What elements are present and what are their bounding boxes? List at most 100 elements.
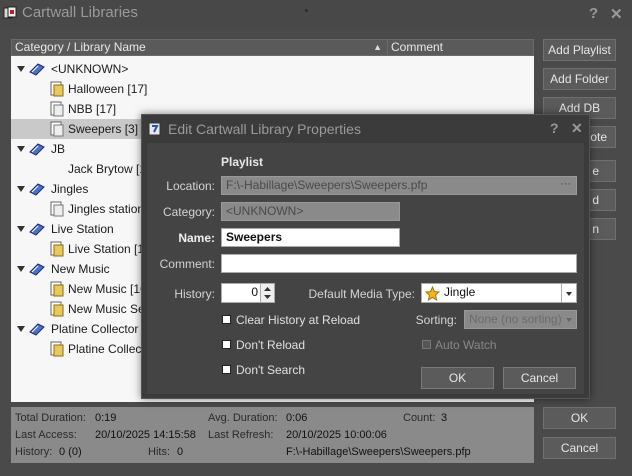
chevron-down-icon bbox=[566, 292, 572, 296]
expand-icon[interactable] bbox=[17, 186, 25, 192]
tree-label: New Music [16] bbox=[68, 282, 151, 296]
expand-icon[interactable] bbox=[17, 66, 25, 72]
avg-duration-label: Avg. Duration: bbox=[208, 412, 278, 424]
tree-label: Live Station bbox=[51, 222, 114, 236]
history-label: History: bbox=[15, 446, 53, 458]
comment-input[interactable] bbox=[221, 254, 577, 273]
star-icon bbox=[425, 286, 440, 301]
tree-label: <UNKNOWN> bbox=[51, 62, 129, 76]
last-refresh-label: Last Refresh: bbox=[208, 429, 274, 441]
dialog-title: Edit Cartwall Library Properties bbox=[168, 121, 361, 137]
tree-label: Platine Collector bbox=[51, 322, 139, 336]
playlist-icon bbox=[50, 201, 64, 217]
location-label: Location: bbox=[166, 179, 215, 193]
avg-duration-value: 0:06 bbox=[286, 412, 308, 424]
tree-label: NBB [17] bbox=[68, 102, 117, 116]
tree-label: Jack Brytow [1 bbox=[68, 162, 147, 176]
total-duration-value: 0:19 bbox=[95, 412, 117, 424]
category-icon bbox=[29, 63, 45, 76]
tree-label: Live Station [14 bbox=[68, 242, 151, 256]
section-title: Playlist bbox=[221, 155, 264, 169]
expand-icon[interactable] bbox=[17, 226, 25, 232]
tree-label: Halloween [17] bbox=[68, 82, 148, 96]
dialog-app-icon bbox=[148, 122, 161, 136]
hits-label: Hits: bbox=[148, 446, 170, 458]
cancel-button[interactable]: Cancel bbox=[543, 437, 616, 459]
name-value: Sweepers bbox=[226, 230, 283, 244]
history-field-label: History: bbox=[174, 287, 215, 301]
column-header-comment[interactable]: Comment bbox=[388, 39, 534, 56]
dialog-help-button[interactable]: ? bbox=[550, 120, 559, 136]
location-value: F:\-Habillage\Sweepers\Sweepers.pfp bbox=[226, 178, 428, 192]
close-button[interactable]: ✕ bbox=[610, 5, 623, 23]
sort-ascending-icon: ▲ bbox=[373, 42, 382, 52]
expand-icon[interactable] bbox=[17, 326, 25, 332]
playlist-icon bbox=[50, 281, 64, 297]
app-title: Cartwall Libraries bbox=[22, 4, 138, 21]
comment-label: Comment: bbox=[159, 257, 215, 271]
ok-button[interactable]: OK bbox=[543, 407, 616, 429]
history-spinner[interactable]: 0 bbox=[221, 283, 275, 303]
spin-up-down-icon bbox=[264, 287, 271, 299]
clear-history-checkbox[interactable] bbox=[222, 315, 231, 324]
tree-label: Jingles station bbox=[68, 202, 145, 216]
auto-watch-label: Auto Watch bbox=[435, 338, 497, 352]
hits-value: 0 bbox=[177, 446, 184, 458]
title-dot bbox=[305, 9, 308, 12]
category-icon bbox=[29, 183, 45, 196]
column-header-name[interactable]: Category / Library Name ▲ bbox=[11, 39, 388, 56]
playlist-icon bbox=[50, 81, 64, 97]
playlist-icon bbox=[50, 301, 64, 317]
last-refresh-value: 20/10/2025 10:00:06 bbox=[286, 429, 387, 441]
dont-search-checkbox[interactable] bbox=[222, 365, 231, 374]
status-panel: Total Duration: 0:19 Avg. Duration: 0:06… bbox=[11, 407, 534, 463]
spinner-arrows[interactable] bbox=[260, 284, 274, 302]
location-field: F:\-Habillage\Sweepers\Sweepers.pfp bbox=[221, 176, 577, 195]
dialog-body: Playlist Location: F:\-Habillage\Sweeper… bbox=[147, 143, 584, 394]
category-icon bbox=[29, 143, 45, 156]
dropdown-button[interactable] bbox=[561, 284, 576, 302]
dialog-close-button[interactable]: ✕ bbox=[571, 120, 583, 137]
default-media-value: Jingle bbox=[444, 285, 476, 299]
expand-icon[interactable] bbox=[17, 146, 25, 152]
help-button[interactable]: ? bbox=[589, 5, 598, 22]
history-spin-value: 0 bbox=[251, 285, 258, 299]
path-value: F:\-Habillage\Sweepers\Sweepers.pfp bbox=[286, 446, 471, 458]
playlist-icon bbox=[50, 101, 64, 117]
playlist-icon bbox=[50, 121, 64, 137]
column-comment-label: Comment bbox=[391, 40, 444, 54]
name-input[interactable]: Sweepers bbox=[221, 228, 400, 247]
category-icon bbox=[29, 223, 45, 236]
tree-label: Jingles bbox=[51, 182, 89, 196]
count-label: Count: bbox=[403, 412, 436, 424]
name-label: Name: bbox=[178, 231, 215, 245]
chevron-down-icon bbox=[566, 318, 572, 322]
clear-history-label: Clear History at Reload bbox=[236, 313, 361, 327]
dialog-ok-button[interactable]: OK bbox=[421, 367, 494, 389]
category-field: <UNKNOWN> bbox=[221, 202, 400, 221]
last-access-value: 20/10/2025 14:15:58 bbox=[95, 429, 196, 441]
total-duration-label: Total Duration: bbox=[15, 412, 86, 424]
add-folder-button[interactable]: Add Folder bbox=[543, 68, 616, 90]
tree-category-unknown[interactable]: <UNKNOWN> bbox=[11, 59, 534, 79]
expand-icon[interactable] bbox=[17, 266, 25, 272]
app-icon bbox=[3, 6, 17, 19]
tree-library-halloween[interactable]: Halloween [17] bbox=[11, 79, 534, 99]
count-value: 3 bbox=[441, 412, 448, 424]
edit-library-dialog: Edit Cartwall Library Properties ? ✕ Pla… bbox=[141, 114, 590, 399]
dont-reload-label: Don't Reload bbox=[236, 338, 305, 352]
column-name-label: Category / Library Name bbox=[15, 40, 146, 54]
sorting-label: Sorting: bbox=[415, 313, 457, 327]
tree-label: Sweepers [3] bbox=[68, 122, 139, 136]
category-icon bbox=[29, 323, 45, 336]
tree-label: New Music bbox=[51, 262, 110, 276]
add-playlist-button[interactable]: Add Playlist bbox=[543, 39, 616, 61]
auto-watch-checkbox bbox=[422, 340, 431, 349]
dont-reload-checkbox[interactable] bbox=[222, 340, 231, 349]
default-media-label: Default Media Type: bbox=[308, 287, 415, 301]
browse-icon[interactable]: ··· bbox=[560, 176, 571, 193]
playlist-icon bbox=[50, 241, 64, 257]
default-media-select[interactable]: Jingle bbox=[421, 283, 577, 303]
tree-label: JB bbox=[51, 142, 66, 156]
dialog-cancel-button[interactable]: Cancel bbox=[503, 367, 576, 389]
